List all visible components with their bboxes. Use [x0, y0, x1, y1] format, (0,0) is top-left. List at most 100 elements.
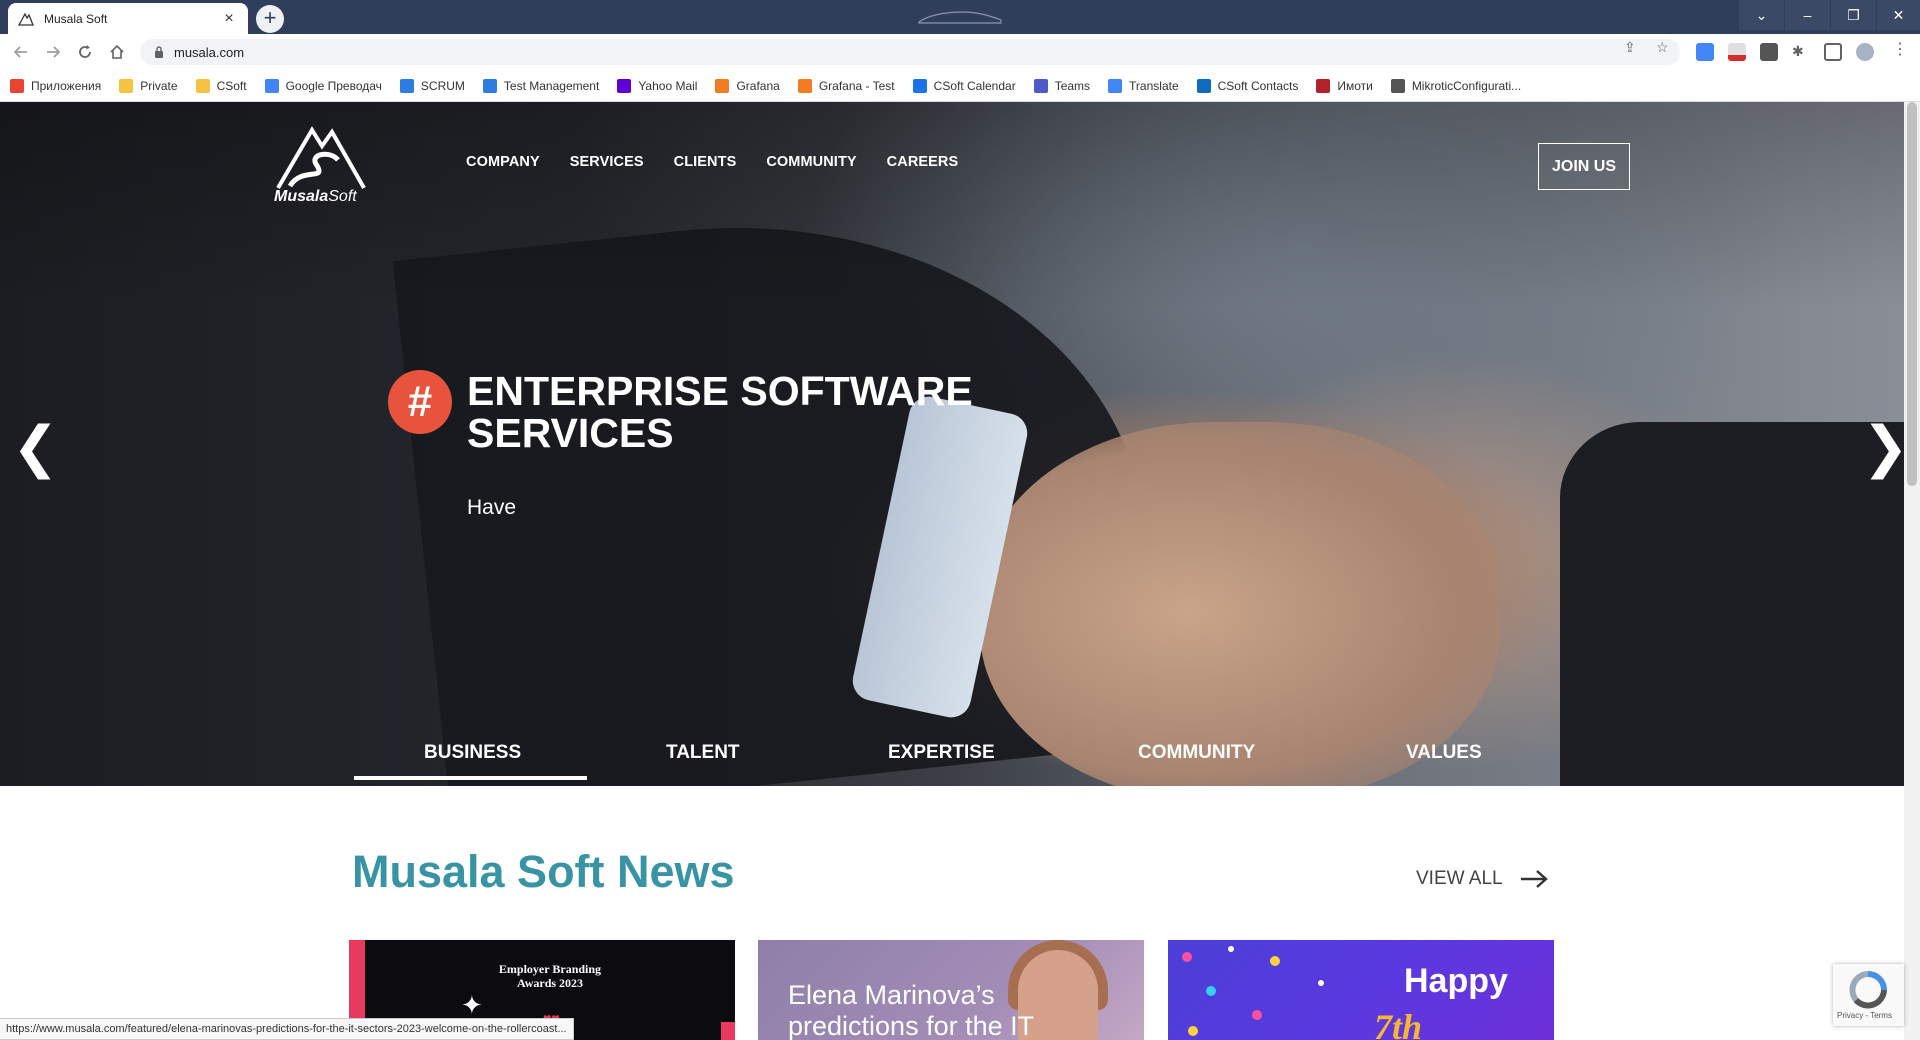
grafana-icon — [715, 78, 730, 93]
tab-close-icon[interactable]: × — [220, 10, 238, 27]
bookmark-item[interactable]: Google Преводач — [264, 78, 382, 93]
tab-search-button[interactable]: ⌄ — [1738, 0, 1784, 30]
bookmark-item[interactable]: Yahoo Mail — [617, 78, 698, 93]
recaptcha-icon — [1849, 971, 1887, 1009]
nav-company[interactable]: COMPANY — [466, 154, 540, 170]
extension-icon[interactable] — [1760, 43, 1778, 61]
confetti-icon — [1270, 956, 1280, 966]
nav-clients[interactable]: CLIENTS — [674, 154, 737, 170]
translate-extension-icon[interactable] — [1696, 43, 1714, 61]
folder-icon — [119, 78, 134, 93]
bookmark-label: Teams — [1054, 78, 1091, 93]
confetti-icon — [1206, 986, 1216, 996]
bookmark-item[interactable]: MikroticConfigurati... — [1390, 78, 1522, 93]
azure-icon — [399, 78, 414, 93]
new-tab-button[interactable]: + — [256, 5, 284, 33]
bookmark-label: Google Преводач — [285, 78, 382, 93]
bookmark-item[interactable]: Приложения — [10, 78, 102, 93]
slider-prev-arrow-icon[interactable]: ❮ — [12, 420, 59, 476]
logo-wordmark[interactable]: MusalaSoft — [274, 188, 357, 206]
url-text: musala.com — [174, 44, 245, 60]
tab-talent[interactable]: TALENT — [666, 742, 740, 764]
share-icon[interactable]: ⇪ — [1624, 39, 1636, 56]
card-accent-bar — [721, 1022, 735, 1040]
bookmark-item[interactable]: Имоти — [1316, 78, 1373, 93]
bookmark-label: Translate — [1129, 78, 1179, 93]
nav-services[interactable]: SERVICES — [570, 154, 644, 170]
teams-icon — [1033, 78, 1048, 93]
tab-title: Musala Soft — [44, 11, 108, 26]
hashtag-badge: # — [388, 370, 452, 434]
recaptcha-label: Privacy - Terms — [1837, 1011, 1892, 1020]
join-us-button[interactable]: JOIN US — [1538, 143, 1630, 190]
bookmark-label: Приложения — [31, 78, 102, 93]
forward-icon[interactable] — [42, 41, 64, 63]
bookmark-label: Имоти — [1337, 78, 1373, 93]
restore-button[interactable]: ❐ — [1830, 0, 1876, 30]
tab-community[interactable]: COMMUNITY — [1138, 742, 1255, 764]
azure-icon — [482, 78, 497, 93]
bookmarks-bar: Приложения Private CSoft Google Преводач SCR… — [0, 70, 1920, 102]
outlook-icon — [1196, 78, 1211, 93]
sparkle-icon: ✦ — [461, 990, 483, 1020]
logo-light-text: Soft — [328, 188, 357, 205]
card-happy-text: Happy — [1404, 962, 1508, 1000]
lock-icon — [155, 46, 163, 58]
bookmark-item[interactable]: Private — [119, 78, 178, 93]
bookmark-item[interactable]: CSoft Calendar — [912, 78, 1016, 93]
hero-title: ENTERPRISE SOFTWARE SERVICES — [467, 368, 973, 456]
bookmark-label: MikroticConfigurati... — [1411, 78, 1522, 93]
bookmark-label: Grafana — [736, 78, 780, 93]
nav-community[interactable]: COMMUNITY — [766, 154, 856, 170]
reload-icon[interactable] — [74, 41, 96, 63]
status-bar-url: https://www.musala.com/featured/elena-ma… — [0, 1018, 574, 1040]
news-card-birthday[interactable]: Happy 7th Birthday — [1168, 940, 1554, 1040]
grafana-icon — [797, 78, 812, 93]
calendar-icon — [912, 78, 927, 93]
musala-favicon-icon — [18, 11, 34, 27]
minimize-button[interactable]: – — [1784, 0, 1830, 30]
extensions-puzzle-icon[interactable]: ✱ — [1792, 43, 1810, 61]
news-card-elena-marinova[interactable]: Elena Marinova’s predictions for the IT … — [758, 940, 1144, 1040]
hero-subtitle: Have — [467, 496, 517, 519]
scrollbar-thumb[interactable] — [1907, 102, 1917, 486]
bookmark-item[interactable]: CSoft — [195, 78, 247, 93]
bookmark-label: CSoft Calendar — [933, 78, 1016, 93]
bookmark-item[interactable]: SCRUM — [399, 78, 465, 93]
extension-badge-icon[interactable] — [1728, 43, 1746, 61]
bookmark-item[interactable]: Grafana - Test — [797, 78, 895, 93]
tab-expertise[interactable]: EXPERTISE — [888, 742, 995, 764]
recaptcha-badge[interactable]: Privacy - Terms — [1833, 964, 1904, 1026]
bookmark-item[interactable]: Translate — [1108, 78, 1179, 93]
web-page: MusalaSoft COMPANY SERVICES CLIENTS COMM… — [0, 102, 1904, 1040]
nav-careers[interactable]: CAREERS — [887, 154, 959, 170]
address-bar[interactable]: musala.com — [140, 39, 1680, 65]
mikrotik-icon — [1390, 78, 1405, 93]
view-all-label: VIEW ALL — [1416, 868, 1503, 889]
browser-tab[interactable]: Musala Soft × — [8, 3, 248, 34]
bookmark-label: Grafana - Test — [818, 78, 895, 93]
bookmark-item[interactable]: Grafana — [715, 78, 780, 93]
card-employer-branding-text: Employer Branding Awards 2023 — [498, 962, 602, 990]
view-all-link[interactable]: VIEW ALL — [1416, 868, 1549, 890]
back-icon[interactable] — [10, 41, 32, 63]
menu-kebab-icon[interactable]: ⋮ — [1892, 39, 1908, 59]
profile-avatar[interactable] — [1856, 43, 1874, 61]
tab-values[interactable]: VALUES — [1406, 742, 1482, 764]
home-icon[interactable] — [106, 41, 128, 63]
bookmark-star-icon[interactable]: ☆ — [1656, 39, 1669, 56]
hero-slider: MusalaSoft COMPANY SERVICES CLIENTS COMM… — [0, 102, 1904, 786]
bookmark-label: Yahoo Mail — [638, 78, 698, 93]
slider-next-arrow-icon[interactable]: ❯ — [1862, 420, 1904, 476]
bookmark-label: CSoft Contacts — [1217, 78, 1299, 93]
car-theme-icon — [918, 11, 1002, 24]
tab-business[interactable]: BUSINESS — [424, 742, 521, 764]
side-panel-icon[interactable] — [1824, 43, 1842, 61]
imoti-icon — [1316, 78, 1331, 93]
bookmark-item[interactable]: Test Management — [482, 78, 599, 93]
bookmark-item[interactable]: Teams — [1033, 78, 1091, 93]
bookmark-item[interactable]: CSoft Contacts — [1196, 78, 1299, 93]
active-tab-indicator — [354, 776, 587, 780]
close-window-button[interactable]: ✕ — [1876, 0, 1920, 30]
page-scrollbar[interactable] — [1904, 102, 1920, 1040]
